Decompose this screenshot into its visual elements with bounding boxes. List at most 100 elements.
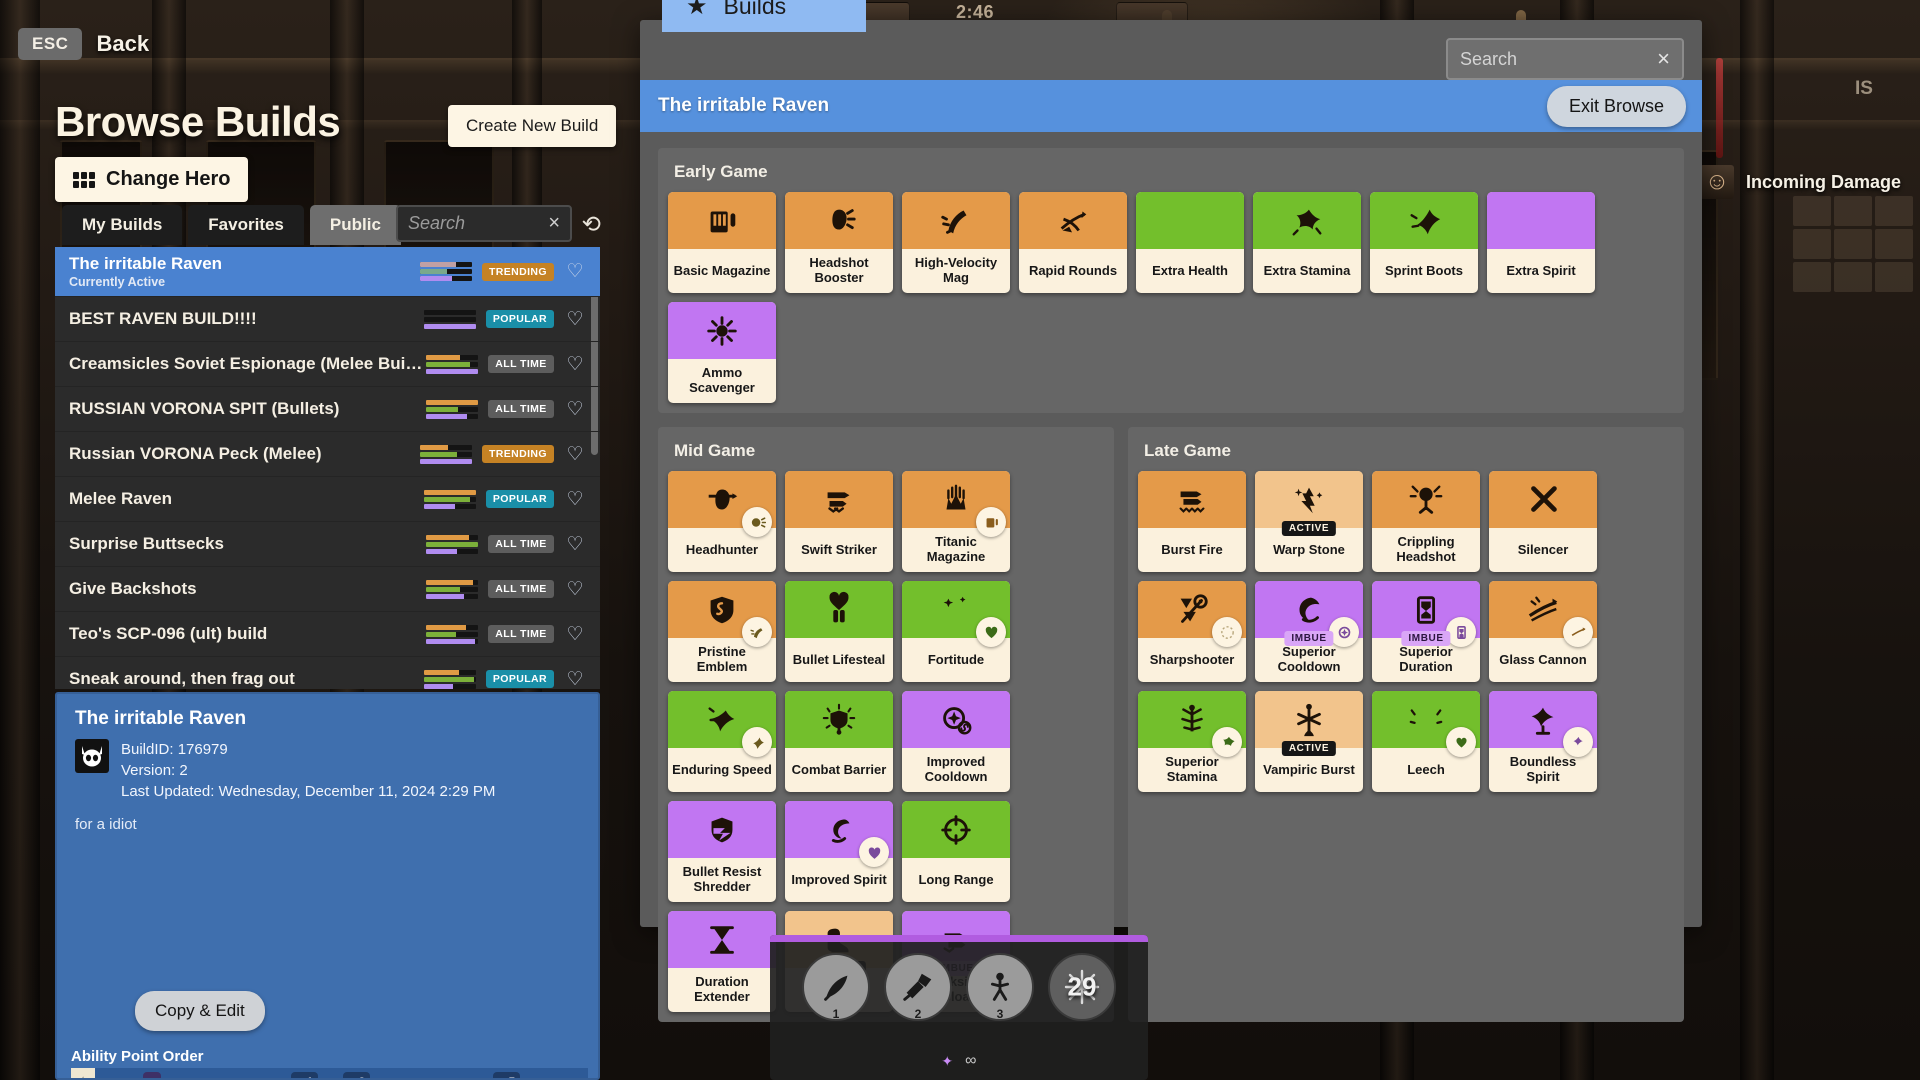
item-card[interactable]: ACTIVE Vampiric Burst — [1255, 691, 1363, 792]
exit-browse-button[interactable]: Exit Browse — [1546, 85, 1686, 127]
item-search-field[interactable]: Search × — [1446, 38, 1684, 80]
favorite-heart-icon[interactable]: ♡ — [562, 623, 588, 646]
item-grid: Burst Fire ACTIVE Warp Stone Crippling Head… — [1138, 471, 1674, 792]
copy-edit-button[interactable]: Copy & Edit — [135, 991, 265, 1031]
ability-point-order-label: Ability Point Order — [71, 1048, 204, 1065]
build-list-item[interactable]: RUSSIAN VORONA SPIT (Bullets) ALL TIME ♡ — [55, 387, 600, 432]
change-hero-label: Change Hero — [106, 168, 231, 190]
ability-4-icon[interactable]: 29 — [1048, 953, 1116, 1021]
item-card[interactable]: IMBUE Superior Cooldown — [1255, 581, 1363, 682]
build-list-item[interactable]: The irritable Raven Currently Active TREND… — [55, 247, 600, 297]
favorite-heart-icon[interactable]: ♡ — [562, 443, 588, 466]
ability-3-icon[interactable]: 3 — [966, 953, 1034, 1021]
item-card[interactable]: Long Range — [902, 801, 1010, 902]
item-card[interactable]: Extra Stamina — [1253, 192, 1361, 293]
item-card[interactable]: Extra Spirit — [1487, 192, 1595, 293]
ability-icons-column: ✦ ⛏ ⚛ ❋ — [71, 1068, 95, 1078]
category-bar — [423, 669, 476, 675]
diamond-icon: ◆ — [348, 1076, 356, 1079]
item-card[interactable]: Duration Extender — [668, 911, 776, 1012]
ability-keybind: 2 — [914, 1007, 922, 1021]
favorite-heart-icon[interactable]: ♡ — [562, 668, 588, 690]
favorite-heart-icon[interactable]: ♡ — [562, 398, 588, 421]
item-card[interactable]: Sharpshooter — [1138, 581, 1246, 682]
souls-infinite: ∞ — [965, 1052, 977, 1069]
ability-bar: 1 2 3 29 — [770, 953, 1148, 1021]
tab-favorites[interactable]: Favorites — [188, 205, 304, 245]
item-card[interactable]: IMBUE Superior Duration — [1372, 581, 1480, 682]
item-card[interactable]: Leech — [1372, 691, 1480, 792]
item-card[interactable]: Enduring Speed — [668, 691, 776, 792]
item-card[interactable]: Rapid Rounds — [1019, 192, 1127, 293]
item-card[interactable]: Bullet Lifesteal — [785, 581, 893, 682]
build-list-item[interactable]: Teo's SCP-096 (ult) build ALL TIME ♡ — [55, 612, 600, 657]
favorite-heart-icon[interactable]: ♡ — [562, 488, 588, 511]
category-bar — [423, 496, 476, 502]
item-card[interactable]: High-Velocity Mag — [902, 192, 1010, 293]
scene-pillar — [0, 0, 40, 1080]
build-list[interactable]: The irritable Raven Currently Active TREND… — [55, 247, 600, 689]
improved-spirit-icon — [820, 811, 858, 849]
item-card[interactable]: ACTIVE Warp Stone — [1255, 471, 1363, 572]
item-card[interactable]: Titanic Magazine — [902, 471, 1010, 572]
heart-comp-icon — [976, 617, 1006, 647]
favorite-heart-icon[interactable]: ♡ — [562, 533, 588, 556]
build-list-item[interactable]: Russian VORONA Peck (Melee) TRENDING ♡ — [55, 432, 600, 477]
build-search-field[interactable]: Search × — [396, 205, 572, 242]
item-card[interactable]: Sprint Boots — [1370, 192, 1478, 293]
create-new-build-button[interactable]: Create New Build — [448, 105, 617, 147]
ability-keybind: 1 — [832, 1007, 840, 1021]
build-list-item[interactable]: Melee Raven POPULAR ♡ — [55, 477, 600, 522]
build-list-item[interactable]: Give Backshots ALL TIME ♡ — [55, 567, 600, 612]
change-hero-button[interactable]: Change Hero — [55, 157, 249, 202]
favorite-heart-icon[interactable]: ♡ — [562, 308, 588, 331]
close-icon[interactable]: × — [1657, 46, 1670, 72]
item-card[interactable]: Pristine Emblem — [668, 581, 776, 682]
item-card[interactable]: Basic Magazine — [668, 192, 776, 293]
item-card[interactable]: Bullet Resist Shredder — [668, 801, 776, 902]
status-badge: POPULAR — [485, 490, 554, 508]
tab-builds[interactable]: ★ Builds — [662, 0, 866, 32]
item-card[interactable]: Extra Health — [1136, 192, 1244, 293]
ability-2-icon[interactable]: 2 — [884, 953, 952, 1021]
item-card[interactable]: Fortitude — [902, 581, 1010, 682]
category-bar — [426, 406, 478, 412]
build-list-item[interactable]: Sneak around, then frag out POPULAR ♡ — [55, 657, 600, 690]
close-icon[interactable]: × — [548, 212, 560, 235]
ability-1-icon[interactable]: 1 — [802, 953, 870, 1021]
item-grid: Basic Magazine Headshot Booster High-Veloc… — [668, 192, 1674, 403]
item-card[interactable]: Crippling Headshot — [1372, 471, 1480, 572]
refresh-icon[interactable]: ⟳ — [582, 211, 601, 238]
tab-my-builds[interactable]: My Builds — [62, 205, 183, 245]
star-icon: ★ — [686, 0, 708, 20]
item-card[interactable]: Silencer — [1489, 471, 1597, 572]
item-card[interactable]: Improved Spirit — [785, 801, 893, 902]
item-card[interactable]: Combat Barrier — [785, 691, 893, 792]
tab-public[interactable]: Public — [309, 205, 401, 245]
item-card[interactable]: Swift Striker — [785, 471, 893, 572]
glass-cannon-icon — [1524, 591, 1562, 629]
back-control[interactable]: ESC Back — [18, 28, 149, 60]
back-label[interactable]: Back — [96, 31, 149, 57]
item-card[interactable]: Glass Cannon — [1489, 581, 1597, 682]
category-bar — [426, 638, 478, 644]
item-card[interactable]: Headshot Booster — [785, 192, 893, 293]
build-list-item[interactable]: BEST RAVEN BUILD!!!! POPULAR ♡ — [55, 297, 600, 342]
item-card[interactable]: Superior Stamina — [1138, 691, 1246, 792]
incoming-damage-indicator: ☺ Incoming Damage — [1700, 165, 1901, 199]
item-card[interactable]: Burst Fire — [1138, 471, 1246, 572]
item-card[interactable]: Boundless Spirit — [1489, 691, 1597, 792]
item-card[interactable]: Headhunter — [668, 471, 776, 572]
item-card[interactable]: Ammo Scavenger — [668, 302, 776, 403]
favorite-heart-icon[interactable]: ♡ — [562, 260, 588, 283]
item-art — [902, 192, 1010, 249]
category-bar — [426, 579, 478, 585]
build-list-item[interactable]: Creamsicles Soviet Espionage (Melee Buil… — [55, 342, 600, 387]
category-bar — [419, 444, 472, 450]
category-bar — [426, 534, 478, 540]
item-card[interactable]: Improved Cooldown — [902, 691, 1010, 792]
build-list-item[interactable]: Surprise Buttsecks ALL TIME ♡ — [55, 522, 600, 567]
favorite-heart-icon[interactable]: ♡ — [562, 578, 588, 601]
build-item-name: Russian VORONA Peck (Melee) — [69, 444, 322, 463]
favorite-heart-icon[interactable]: ♡ — [562, 353, 588, 376]
